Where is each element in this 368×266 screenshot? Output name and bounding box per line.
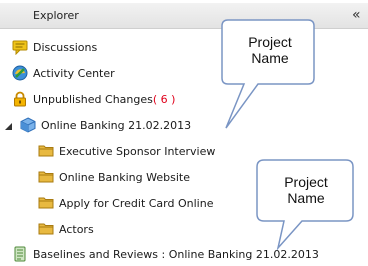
explorer-panel: Explorer « Discussions Activity Center U… [0,0,368,266]
project-name-callout-2: Project Name [254,156,364,256]
folder-icon [38,169,54,185]
tree-folder-actors[interactable]: Actors [38,218,94,240]
project-cube-icon [20,117,36,133]
tree-item-label: Online Banking Website [59,170,190,184]
explorer-header: Explorer « [0,3,368,29]
tree-item-label: Activity Center [33,66,115,80]
tree-item-unpublished-changes[interactable]: Unpublished Changes ( 6 ) [12,88,175,110]
tree-folder-executive-sponsor-interview[interactable]: Executive Sponsor Interview [38,140,215,162]
folder-icon [38,221,54,237]
callout-line-2: Name [251,50,289,66]
tree-item-project[interactable]: Online Banking 21.02.2013 [20,114,191,136]
tree-item-label: Apply for Credit Card Online [59,196,214,210]
tree-folder-online-banking-website[interactable]: Online Banking Website [38,166,190,188]
collapse-panel-button[interactable]: « [352,6,366,24]
unpublished-count-badge: ( 6 ) [152,92,176,106]
tree-item-label: Online Banking 21.02.2013 [41,118,192,132]
tree-expand-toggle[interactable] [4,122,14,132]
discussions-icon [12,39,28,55]
callout-line-1: Project [284,174,328,190]
explorer-title: Explorer [33,9,79,22]
tree-item-label: Actors [59,222,94,236]
tree-item-label: Executive Sponsor Interview [59,144,216,158]
callout-line-2: Name [287,190,325,206]
callout-line-1: Project [248,34,292,50]
tree-item-activity-center[interactable]: Activity Center [12,62,115,84]
project-name-callout-1: Project Name [220,14,320,134]
tree-item-label: Unpublished Changes [33,92,153,106]
tree-item-discussions[interactable]: Discussions [12,36,97,58]
folder-icon [38,143,54,159]
baselines-icon [12,246,28,262]
expanded-triangle-icon [5,123,12,130]
tree-item-label: Discussions [33,40,98,54]
tree-item-label: Baselines and Reviews : Online Banking 2… [33,247,319,261]
tree-folder-apply-for-credit-card-online[interactable]: Apply for Credit Card Online [38,192,213,214]
folder-icon [38,195,54,211]
activity-center-icon [12,65,28,81]
tree-item-baselines-and-reviews[interactable]: Baselines and Reviews : Online Banking 2… [12,243,319,265]
lock-icon [12,91,28,107]
